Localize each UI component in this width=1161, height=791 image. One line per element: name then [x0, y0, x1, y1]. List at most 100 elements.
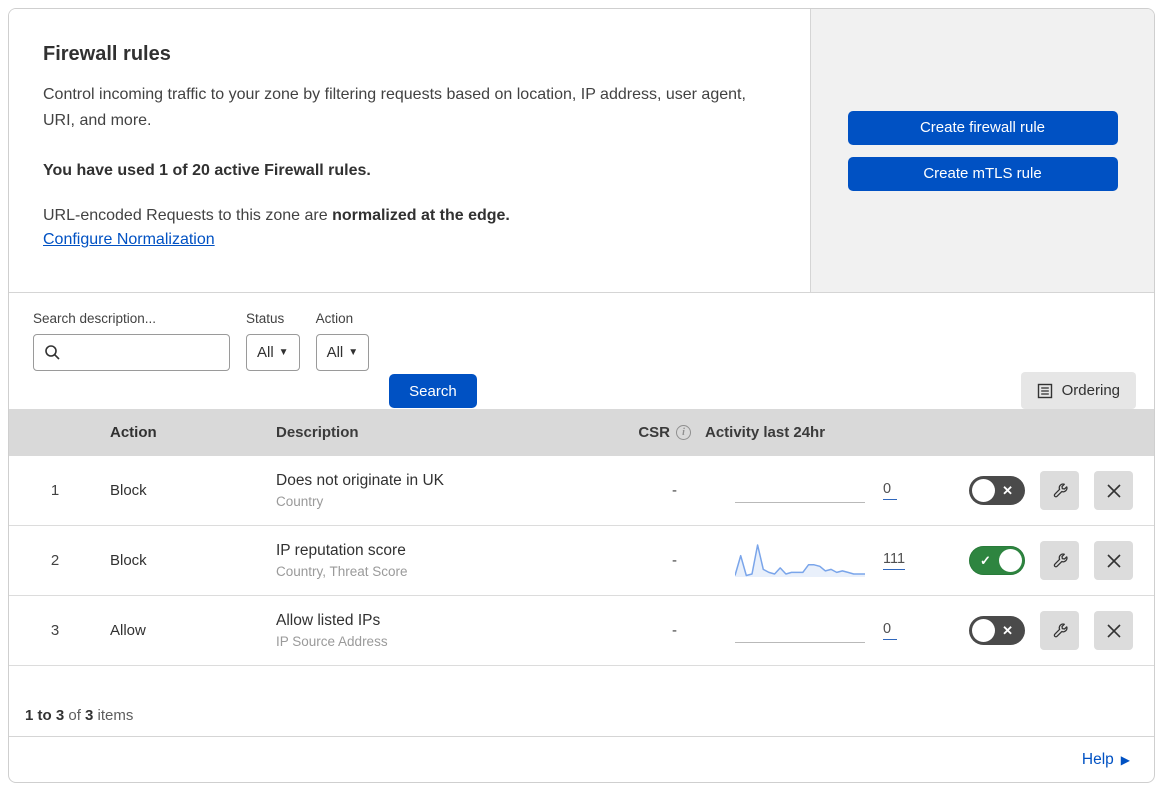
help-label: Help: [1081, 750, 1114, 768]
activity-count-link[interactable]: 111: [883, 551, 906, 570]
wrench-icon: [1051, 552, 1069, 570]
edit-rule-button[interactable]: [1040, 471, 1079, 510]
help-bar: Help ▶: [9, 736, 1154, 782]
rule-fields: IP Source Address: [276, 634, 388, 649]
wrench-icon: [1051, 482, 1069, 500]
list-document-icon: [1037, 383, 1053, 399]
x-icon: [1106, 483, 1122, 499]
table-row: 3 Allow Allow listed IPs IP Source Addre…: [9, 596, 1154, 666]
of-text: of: [64, 707, 86, 724]
filter-bar: Search description... Status All ▼ Actio…: [9, 293, 1154, 409]
rule-csr-value: -: [672, 482, 677, 499]
check-icon: ✓: [980, 552, 991, 568]
rule-action: Block: [110, 482, 147, 499]
rule-description-cell: Does not originate in UK Country: [276, 472, 601, 509]
edit-rule-button[interactable]: [1040, 541, 1079, 580]
action-value: All: [326, 344, 344, 361]
activity-cell: 0: [699, 611, 939, 651]
ordering-button[interactable]: Ordering: [1020, 372, 1136, 409]
status-label: Status: [246, 311, 285, 326]
x-icon: [1106, 553, 1122, 569]
row-controls: ✓ ✕: [939, 471, 1154, 510]
rule-action: Block: [110, 552, 147, 569]
search-input[interactable]: [33, 334, 230, 371]
status-value: All: [257, 344, 274, 361]
header-action: Action: [110, 424, 157, 441]
table-header-row: Action Description CSR i Activity last 2…: [9, 409, 1154, 456]
rule-fields: Country, Threat Score: [276, 564, 408, 579]
status-toggle[interactable]: ✓ ✕: [969, 476, 1025, 505]
range-text: 1 to 3: [25, 707, 65, 724]
search-label: Search description...: [33, 311, 157, 326]
rule-priority: 3: [50, 622, 60, 639]
rule-fields: Country: [276, 494, 324, 509]
row-controls: ✓ ✕: [939, 541, 1154, 580]
items-text: items: [93, 707, 134, 724]
info-icon[interactable]: i: [676, 425, 691, 440]
activity-sparkline: [735, 471, 865, 511]
search-group: Search description...: [33, 311, 230, 371]
create-firewall-rule-button[interactable]: Create firewall rule: [847, 110, 1118, 145]
help-link[interactable]: Help ▶: [1082, 751, 1130, 769]
normalization-prefix: URL-encoded Requests to this zone are: [43, 207, 333, 224]
arrow-right-icon: ▶: [1120, 752, 1130, 767]
page-title: Firewall rules: [43, 43, 171, 65]
rule-csr-value: -: [672, 552, 677, 569]
activity-sparkline: [735, 541, 865, 581]
status-toggle[interactable]: ✓ ✕: [969, 546, 1025, 575]
rule-description: IP reputation score: [276, 542, 406, 559]
rule-priority: 1: [50, 482, 60, 499]
toggle-knob: [999, 549, 1022, 572]
action-filter-group: Action All ▼: [315, 311, 370, 371]
magnifier-icon: [44, 344, 61, 361]
header-activity: Activity last 24hr: [705, 424, 826, 441]
actions-panel: Create firewall rule Create mTLS rule: [810, 9, 1154, 292]
toggle-knob: [972, 479, 995, 502]
usage-notice: You have used 1 of 20 active Firewall ru…: [43, 162, 371, 179]
x-icon: [1106, 623, 1122, 639]
create-mtls-rule-button[interactable]: Create mTLS rule: [847, 156, 1118, 191]
activity-cell: 0: [699, 471, 939, 511]
x-icon: ✕: [1002, 482, 1013, 498]
ordering-label: Ordering: [1061, 382, 1120, 399]
header-description: Description: [276, 424, 359, 441]
chevron-down-icon: ▼: [278, 346, 289, 358]
header-section: Firewall rules Control incoming traffic …: [9, 9, 1154, 293]
x-icon: ✕: [1002, 622, 1013, 638]
table-row: 1 Block Does not originate in UK Country…: [9, 456, 1154, 526]
status-filter-group: Status All ▼: [246, 311, 300, 371]
action-dropdown[interactable]: All ▼: [315, 334, 370, 371]
delete-rule-button[interactable]: [1094, 471, 1133, 510]
pagination-summary: 1 to 3 of 3 items: [9, 666, 1154, 736]
rule-priority: 2: [50, 552, 60, 569]
search-button[interactable]: Search: [389, 374, 477, 408]
normalization-bold: normalized at the edge.: [332, 207, 510, 224]
wrench-icon: [1051, 622, 1069, 640]
activity-cell: 111: [699, 541, 939, 581]
page-description: Control incoming traffic to your zone by…: [43, 86, 746, 129]
configure-normalization-link[interactable]: Configure Normalization: [43, 231, 215, 249]
activity-count-link[interactable]: 0: [883, 621, 897, 640]
normalization-text: URL-encoded Requests to this zone are no…: [43, 207, 776, 225]
rule-description: Does not originate in UK: [276, 472, 445, 489]
toggle-knob: [972, 619, 995, 642]
edit-rule-button[interactable]: [1040, 611, 1079, 650]
delete-rule-button[interactable]: [1094, 611, 1133, 650]
status-dropdown[interactable]: All ▼: [246, 334, 300, 371]
rule-description: Allow listed IPs: [276, 612, 381, 629]
header-csr: CSR i: [638, 424, 699, 441]
rule-description-cell: IP reputation score Country, Threat Scor…: [276, 542, 601, 579]
activity-sparkline: [735, 611, 865, 651]
rules-table: Action Description CSR i Activity last 2…: [9, 409, 1154, 666]
action-label: Action: [315, 311, 354, 326]
header-content: Firewall rules Control incoming traffic …: [9, 9, 810, 292]
activity-count-link[interactable]: 0: [883, 481, 897, 500]
status-toggle[interactable]: ✓ ✕: [969, 616, 1025, 645]
chevron-down-icon: ▼: [348, 346, 359, 358]
total-text: 3: [85, 707, 94, 724]
row-controls: ✓ ✕: [939, 611, 1154, 650]
delete-rule-button[interactable]: [1094, 541, 1133, 580]
rule-csr-value: -: [672, 622, 677, 639]
firewall-rules-card: Firewall rules Control incoming traffic …: [8, 8, 1155, 783]
rule-description-cell: Allow listed IPs IP Source Address: [276, 612, 601, 649]
